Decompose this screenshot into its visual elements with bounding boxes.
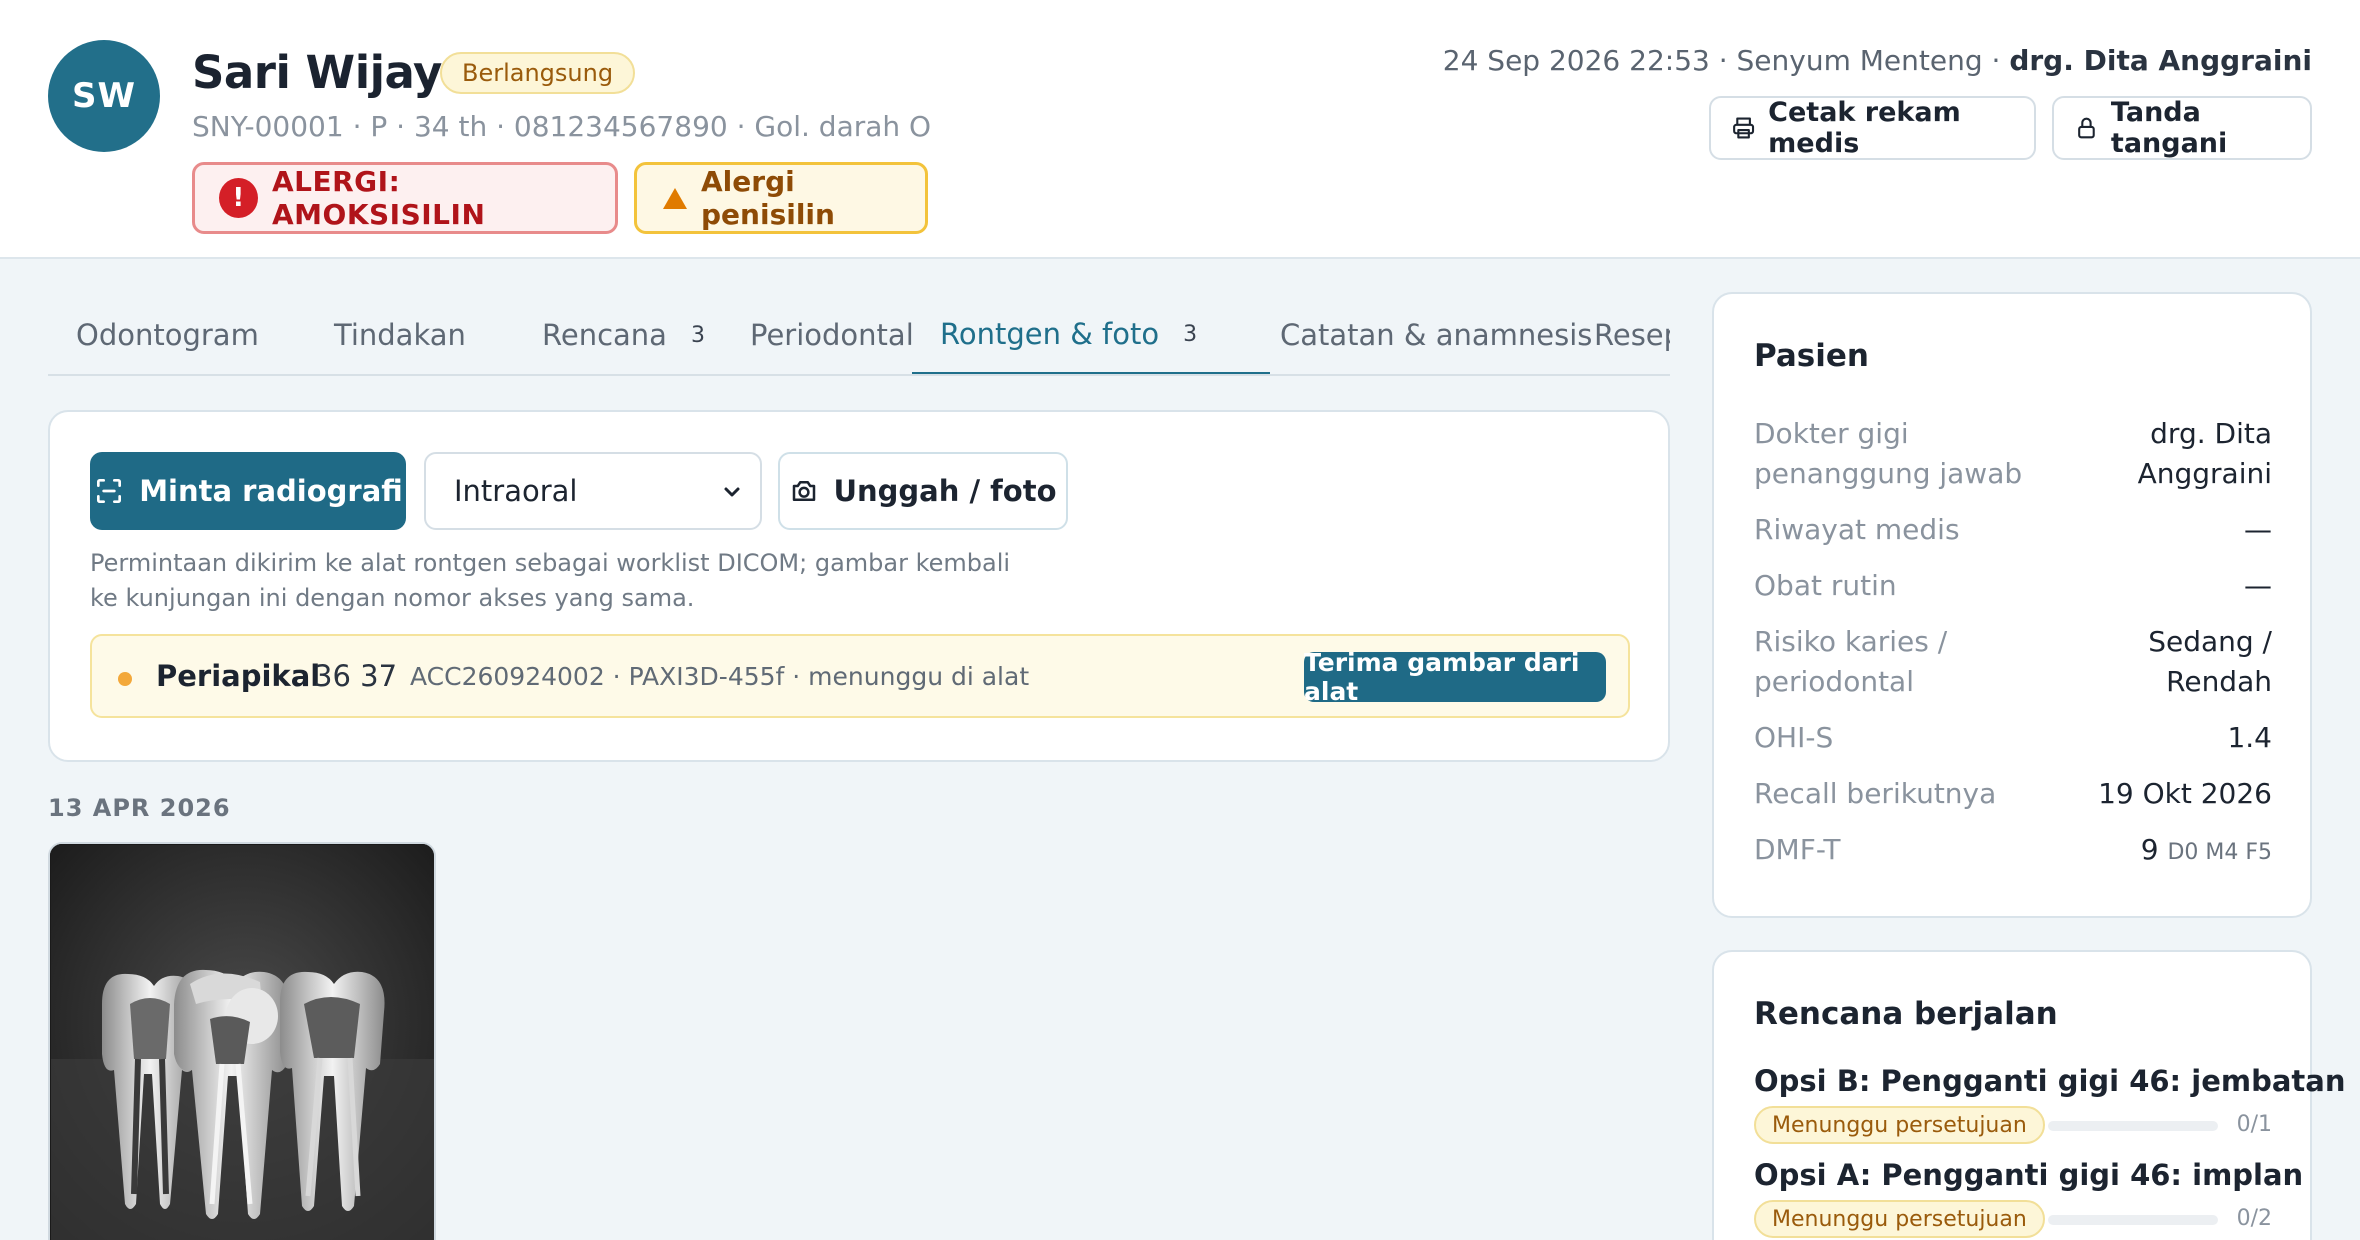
modality-select-value: Intraoral [454,474,578,508]
kv-label: Risiko karies / periodontal [1754,625,1948,698]
allergy-alert-primary-label: ALERGI: AMOKSISILIN [271,165,486,231]
active-plans-card: Rencana berjalan Opsi B: Pengganti gigi … [1712,950,2346,1240]
dmft-total: 9 [2140,833,2159,866]
patient-card-title: Pasien [1754,338,1869,374]
tab-label: Odontogram [76,318,259,352]
record-tabs: Odontogram Tindakan Rencana 3 Periodonta… [48,296,1670,376]
plan-progress-count: 0/2 [2236,1206,2272,1231]
kv-label: DMF-T [1754,833,1841,866]
tab-periodontal[interactable]: Periodontal [722,296,942,374]
tab-count: 3 [1183,321,1198,347]
allergy-alert-primary: ! ALERGI: AMOKSISILIN [192,162,618,234]
kv-value: — [2244,569,2272,602]
worklist-item: Periapikal 36 37 ACC260924002 · PAXI3D-4… [90,634,1630,718]
printer-icon [1733,117,1755,139]
plan-progress-count: 0/1 [2236,1112,2272,1137]
receive-image-button[interactable]: Terima gambar dari alat [1304,648,1606,706]
kv-value: drg. Dita Anggraini [2137,417,2272,490]
tab-label: Periodontal [750,318,914,352]
kv-label: Riwayat medis [1754,513,1960,546]
tab-resep[interactable]: Resep [1566,296,1670,374]
kv-value: — [2244,513,2272,546]
tab-label: Rencana [542,318,667,352]
status-badge: Berlangsung [440,52,636,94]
kv-label: OHI-S [1754,721,1834,754]
kv-row: Riwayat medis — [1754,510,2272,550]
kv-value: 1.4 [2227,721,2272,754]
kv-value: 9 D0 M4 F5 [2141,830,2272,873]
tab-count: 3 [690,322,705,348]
plan-title: Opsi A: Pengganti gigi 46: implan [1754,1158,2304,1192]
scan-icon [97,479,122,503]
plan-title: Opsi B: Pengganti gigi 46: jembatan [1754,1064,2346,1098]
request-radiograph-button[interactable]: Minta radiografi [90,452,406,530]
worklist-teeth: 36 37 [314,659,398,693]
kv-row: OHI-S 1.4 [1754,718,2272,758]
pending-status-dot [118,672,132,686]
kv-value: 19 Okt 2026 [2098,777,2272,810]
print-record-button[interactable]: Cetak rekam medis [1709,96,2036,160]
kv-row: Risiko karies / periodontal Sedang / Ren… [1754,622,2272,702]
visit-datetime-clinic: 24 Sep 2026 22:53 · Senyum Menteng · [1442,44,2010,77]
chevron-down-icon [724,487,740,497]
gallery-date-label: 13 APR 2026 [48,794,231,822]
plan-item[interactable]: Opsi A: Pengganti gigi 46: implan Menung… [1754,1158,2304,1240]
kv-label: Obat rutin [1754,569,1897,602]
tab-label: Tindakan [334,318,466,352]
patient-header: SW Sari Wijaya Berlangsung SNY-00001 · P… [0,0,2360,259]
kv-label: Recall berikutnya [1754,777,1997,810]
allergy-alert-secondary: Alergi penisilin [634,162,928,234]
plan-progress-bar [2048,1215,2218,1225]
plan-status-row: Menunggu persetujuan 0/2 [1754,1200,2272,1240]
dicom-help-text: Permintaan dikirim ke alat rontgen sebag… [90,549,1011,612]
lock-icon [2078,117,2095,139]
plan-status-row: Menunggu persetujuan 0/1 [1754,1106,2272,1146]
upload-photo-label: Unggah / foto [833,474,1057,508]
dmft-detail: D0 M4 F5 [2167,840,2272,865]
kv-value: Sedang / Rendah [2148,625,2272,698]
tab-label: Resep [1594,318,1670,352]
plan-progress-bar [2048,1121,2218,1131]
tab-rencana[interactable]: Rencana 3 [514,296,733,374]
patient-summary-card: Pasien Dokter gigi penanggung jawab drg.… [1712,292,2312,918]
patient-meta: SNY-00001 · P · 34 th · 081234567890 · G… [192,110,932,143]
allergy-alert-secondary-label: Alergi penisilin [701,165,835,231]
sign-label: Tanda tangani [2110,97,2228,159]
tab-rontgen-foto[interactable]: Rontgen & foto 3 [912,296,1270,374]
xray-thumbnail[interactable] [48,842,436,1240]
xray-image [50,844,434,1240]
kv-row: DMF-T 9 D0 M4 F5 [1754,830,2272,873]
plans-card-title: Rencana berjalan [1754,996,2058,1032]
sign-button[interactable]: Tanda tangani [2052,96,2312,160]
request-radiograph-label: Minta radiografi [139,474,403,508]
worklist-accession: ACC260924002 · PAXI3D-455f · menunggu di… [410,662,1030,691]
tab-odontogram[interactable]: Odontogram [48,296,287,374]
exclamation-icon: ! [219,178,258,218]
upload-photo-button[interactable]: Unggah / foto [778,452,1068,530]
visit-info: 24 Sep 2026 22:53 · Senyum Menteng · drg… [1443,44,2312,77]
tab-tindakan[interactable]: Tindakan [306,296,494,374]
plan-status-badge: Menunggu persetujuan [1754,1200,2045,1238]
worklist-type: Periapikal [156,659,321,693]
visit-doctor: drg. Dita Anggraini [2009,44,2312,77]
avatar: SW [48,40,160,152]
plan-item[interactable]: Opsi B: Pengganti gigi 46: jembatan Menu… [1754,1064,2346,1146]
modality-select[interactable]: Intraoral [424,452,762,530]
kv-row: Recall berikutnya 19 Okt 2026 [1754,774,2272,814]
tab-label: Rontgen & foto [940,317,1160,351]
kv-label: Dokter gigi penanggung jawab [1754,417,2023,490]
patient-name: Sari Wijaya [192,46,472,99]
camera-icon [793,481,816,501]
kv-row: Dokter gigi penanggung jawab drg. Dita A… [1754,414,2272,494]
print-record-label: Cetak rekam medis [1768,97,1961,159]
radiography-request-card: Minta radiografi Intraoral Unggah / foto… [48,410,1670,762]
tab-label: Catatan & anamnesis [1280,318,1593,352]
plan-status-badge: Menunggu persetujuan [1754,1106,2045,1144]
warning-triangle-icon [663,187,687,209]
kv-row: Obat rutin — [1754,566,2272,606]
